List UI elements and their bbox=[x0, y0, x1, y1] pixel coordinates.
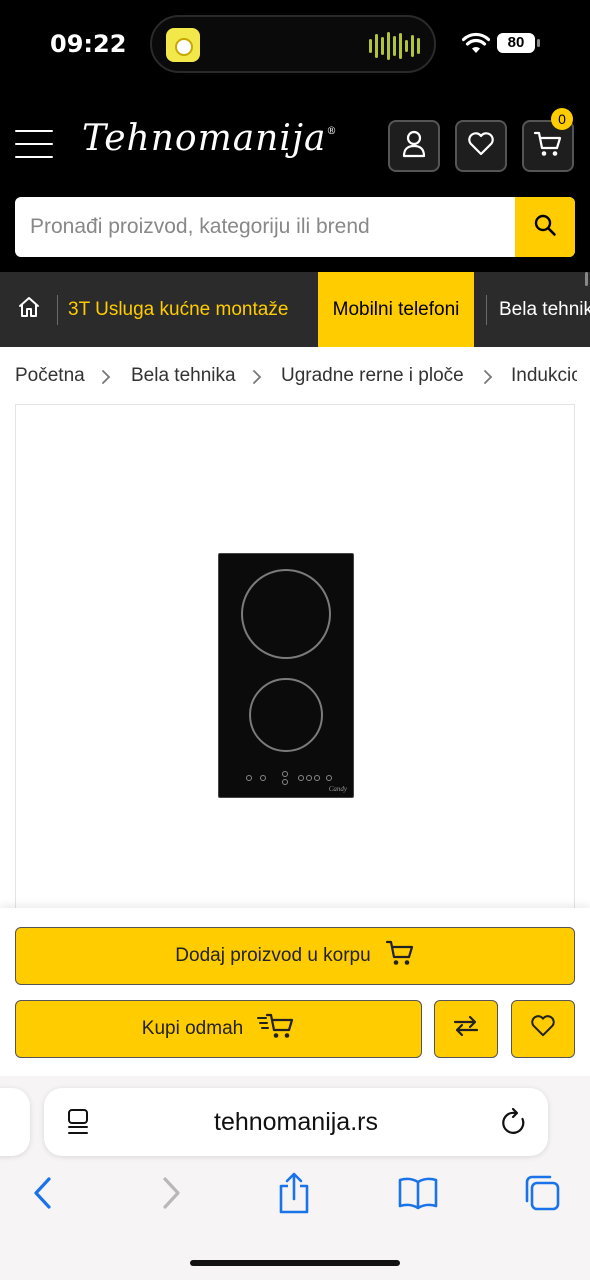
previous-tab-preview[interactable] bbox=[0, 1088, 30, 1156]
home-icon bbox=[17, 295, 41, 324]
status-time: 09:22 bbox=[50, 30, 127, 58]
tabs-button[interactable] bbox=[519, 1172, 565, 1218]
cooking-zone bbox=[241, 569, 331, 659]
site-logo[interactable]: Tehnomanija® bbox=[82, 118, 338, 159]
control-panel-icon bbox=[246, 771, 332, 785]
search-button[interactable] bbox=[515, 197, 575, 257]
chevron-left-icon bbox=[32, 1176, 54, 1215]
nav-divider bbox=[486, 295, 487, 325]
book-icon bbox=[397, 1176, 439, 1215]
nav-home-button[interactable] bbox=[0, 272, 58, 347]
bookmarks-button[interactable] bbox=[395, 1172, 441, 1218]
heart-icon bbox=[530, 1015, 556, 1043]
heart-icon bbox=[467, 131, 495, 161]
breadcrumb-item[interactable]: Ugradne rerne i ploče bbox=[281, 365, 464, 387]
wishlist-button[interactable] bbox=[455, 120, 507, 172]
forward-button[interactable] bbox=[148, 1172, 194, 1218]
add-to-cart-label: Dodaj proizvod u korpu bbox=[175, 945, 371, 966]
share-button[interactable] bbox=[271, 1172, 317, 1218]
cart-icon bbox=[533, 130, 563, 163]
search-icon bbox=[533, 213, 557, 242]
home-indicator bbox=[190, 1260, 400, 1266]
chevron-right-icon bbox=[160, 1176, 182, 1215]
breadcrumb-item[interactable]: Bela tehnika bbox=[131, 365, 236, 387]
breadcrumb-item[interactable]: Početna bbox=[15, 365, 85, 387]
brand-logo: Candy bbox=[328, 785, 347, 793]
url-text: tehnomanija.rs bbox=[214, 1108, 378, 1136]
nav-divider bbox=[57, 295, 58, 325]
product-image[interactable]: Candy bbox=[218, 553, 354, 798]
wifi-icon bbox=[461, 32, 491, 59]
chevron-right-icon bbox=[484, 370, 493, 384]
nav-item-bela-tehnika[interactable]: Bela tehnika bbox=[499, 272, 590, 347]
chevron-right-icon bbox=[102, 370, 111, 384]
nav-item-montaza[interactable]: 3T Usluga kućne montaže bbox=[68, 272, 288, 347]
share-icon bbox=[277, 1172, 311, 1219]
account-button[interactable] bbox=[388, 120, 440, 172]
nav-item-mobilni[interactable]: Mobilni telefoni bbox=[318, 272, 474, 347]
battery-indicator: 80 bbox=[497, 33, 540, 53]
breadcrumb-item[interactable]: Indukcio bbox=[511, 365, 577, 387]
dynamic-island bbox=[150, 15, 436, 73]
search-input[interactable] bbox=[15, 197, 515, 257]
nav-scrollbar[interactable] bbox=[585, 272, 588, 286]
site-header: 09:22 80 Tehnomanija® 0 bbox=[0, 0, 590, 272]
address-bar[interactable]: tehnomanija.rs bbox=[44, 1088, 548, 1156]
buy-now-label: Kupi odmah bbox=[141, 1018, 244, 1039]
audio-wave-icon bbox=[369, 31, 420, 61]
search-bar bbox=[15, 197, 575, 257]
user-icon bbox=[401, 130, 427, 163]
cooking-zone bbox=[249, 678, 323, 752]
category-nav: 3T Usluga kućne montaže Mobilni telefoni… bbox=[0, 272, 590, 347]
cart-count-badge: 0 bbox=[551, 108, 573, 130]
reload-icon[interactable] bbox=[500, 1107, 528, 1142]
back-button[interactable] bbox=[20, 1172, 66, 1218]
compare-arrows-icon bbox=[453, 1015, 479, 1043]
add-to-wishlist-button[interactable] bbox=[511, 1000, 575, 1058]
buy-now-button[interactable]: Kupi odmah bbox=[15, 1000, 422, 1058]
compare-button[interactable] bbox=[434, 1000, 498, 1058]
chevron-right-icon bbox=[253, 370, 262, 384]
tabs-icon bbox=[522, 1173, 562, 1218]
fast-cart-icon bbox=[257, 1012, 295, 1046]
add-to-cart-button[interactable]: Dodaj proizvod u korpu bbox=[15, 927, 575, 985]
menu-icon[interactable] bbox=[15, 130, 53, 160]
cart-icon bbox=[385, 939, 415, 973]
app-activity-icon bbox=[166, 28, 200, 62]
